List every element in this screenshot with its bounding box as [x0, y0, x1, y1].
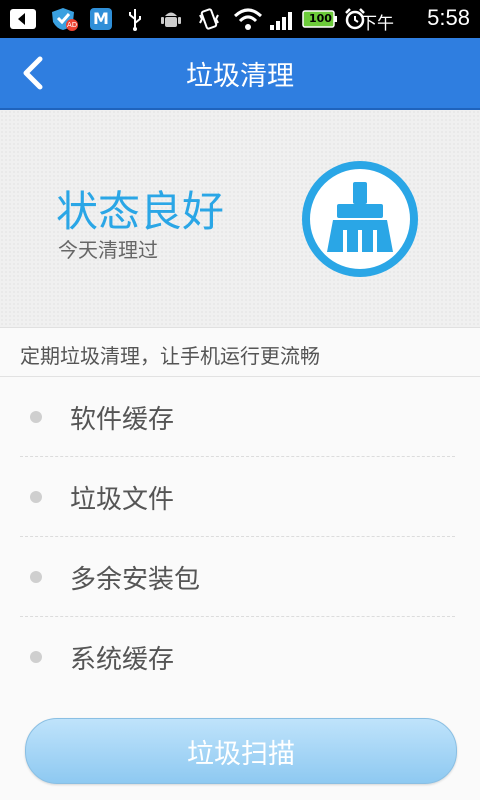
wifi-icon [232, 8, 264, 30]
usb-icon [124, 8, 146, 31]
broom-icon[interactable] [301, 160, 419, 278]
status-panel: 状态良好 今天清理过 [0, 110, 480, 328]
android-debug-icon [158, 8, 184, 30]
vibrate-icon [196, 8, 222, 30]
ad-badge-text: AD [67, 21, 78, 29]
list-item-redundant-packages: 多余安装包 [20, 537, 455, 617]
list-item-software-cache: 软件缓存 [20, 377, 455, 457]
bullet-dot-icon [30, 491, 42, 503]
clock-time: 5:58 [427, 5, 470, 30]
clock-ampm: 下午 [360, 14, 394, 34]
battery-icon: 100 [302, 8, 338, 30]
list-item-label: 多余安装包 [70, 565, 201, 595]
list-item-junk-files: 垃圾文件 [20, 457, 455, 537]
signal-icon [268, 8, 298, 30]
title-bar: 垃圾清理 [0, 38, 480, 110]
status-title: 状态良好 [56, 187, 225, 236]
status-subtitle: 今天清理过 [58, 238, 158, 262]
app-m-icon: M [88, 8, 114, 30]
list-item-system-cache: 系统缓存 [20, 617, 455, 697]
app-badge-text: M [93, 9, 109, 28]
list-item-label: 垃圾文件 [70, 485, 175, 515]
list-item-label: 系统缓存 [70, 645, 175, 675]
bullet-dot-icon [30, 571, 42, 583]
description-text: 定期垃圾清理，让手机运行更流畅 [20, 344, 320, 368]
scan-button[interactable]: 垃圾扫描 [25, 718, 457, 784]
status-bar: AD M 100 下午 5:58 [0, 0, 480, 38]
shield-ad-icon: AD [48, 8, 80, 31]
battery-level: 100 [309, 12, 332, 25]
bullet-dot-icon [30, 651, 42, 663]
list-item-label: 软件缓存 [70, 405, 175, 435]
page-title: 垃圾清理 [186, 61, 294, 92]
back-arrow-icon [8, 8, 38, 30]
bullet-dot-icon [30, 411, 42, 423]
